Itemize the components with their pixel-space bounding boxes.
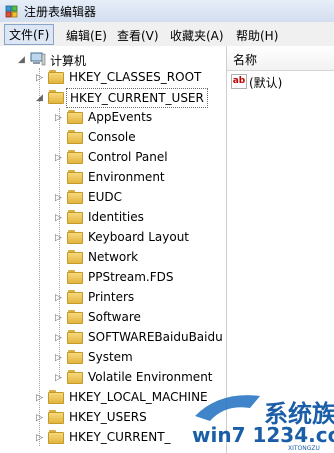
folder-icon [67, 310, 83, 324]
tree-node-software[interactable]: ▷ Software [0, 308, 226, 328]
folder-icon [67, 370, 83, 384]
expand-icon[interactable]: ▷ [55, 293, 65, 303]
window-title: 注册表编辑器 [24, 5, 97, 19]
folder-icon [48, 70, 64, 84]
tree-node-printers[interactable]: ▷ Printers [0, 288, 226, 308]
tree-label: HKEY_LOCAL_MACHINE [69, 390, 208, 404]
menu-bar: 文件(F) 编辑(E) 查看(V) 收藏夹(A) 帮助(H) [0, 22, 334, 47]
tree-node-keyboard-layout[interactable]: ▷ Keyboard Layout [0, 228, 226, 248]
tree-label: EUDC [88, 190, 122, 204]
tree-label: HKEY_CURRENT_ [69, 430, 171, 444]
folder-icon [67, 350, 83, 364]
tree-node-system[interactable]: ▷ System [0, 348, 226, 368]
folder-icon [67, 210, 83, 224]
tree-label: PPStream.FDS [88, 270, 174, 284]
column-header-label: 名称 [233, 53, 258, 67]
folder-icon [48, 430, 64, 444]
tree-node-hkey-classes-root[interactable]: ▷ HKEY_CLASSES_ROOT [0, 68, 226, 88]
folder-icon [67, 250, 83, 264]
tree-label: Volatile Environment [88, 370, 213, 384]
value-name: (默认) [249, 76, 283, 90]
menu-help[interactable]: 帮助(H) [233, 26, 281, 45]
expand-icon[interactable]: ▷ [55, 333, 65, 343]
expand-icon[interactable]: ▷ [55, 313, 65, 323]
string-value-icon: ab [231, 74, 247, 89]
folder-icon [67, 330, 83, 344]
tree-node-ppstream[interactable]: PPStream.FDS [0, 268, 226, 288]
tree-label: Environment [88, 170, 165, 184]
tree-node-eudc[interactable]: ▷ EUDC [0, 188, 226, 208]
tree-label: Software [88, 310, 141, 324]
tree-node-volatile-environment[interactable]: ▷ Volatile Environment [0, 368, 226, 388]
expand-icon[interactable]: ▷ [55, 193, 65, 203]
tree-label: Keyboard Layout [88, 230, 190, 244]
folder-icon [67, 170, 83, 184]
folder-open-icon [48, 90, 64, 104]
expand-icon[interactable]: ▷ [55, 373, 65, 383]
regedit-icon [5, 5, 18, 18]
menu-view[interactable]: 查看(V) [114, 26, 162, 45]
collapse-icon[interactable]: ◢ [36, 93, 46, 103]
tree-node-appevents[interactable]: ▷ AppEvents [0, 108, 226, 128]
tree-label: AppEvents [88, 110, 153, 124]
expand-icon[interactable]: ▷ [55, 153, 65, 163]
folder-icon [48, 390, 64, 404]
folder-icon [67, 150, 83, 164]
watermark-site: win7 1234.com [192, 423, 334, 447]
tree-label: Network [88, 250, 139, 264]
menu-favorites[interactable]: 收藏夹(A) [167, 26, 227, 45]
title-bar: 注册表编辑器 [0, 0, 334, 22]
expand-icon[interactable]: ▷ [36, 413, 46, 423]
menu-edit[interactable]: 编辑(E) [63, 26, 110, 45]
expand-icon[interactable]: ▷ [55, 353, 65, 363]
tree-node-identities[interactable]: ▷ Identities [0, 208, 226, 228]
tree-label: 计算机 [50, 54, 87, 68]
collapse-icon[interactable]: ◢ [18, 55, 28, 65]
expand-icon[interactable]: ▷ [36, 433, 46, 443]
tree-label: System [88, 350, 133, 364]
folder-icon [67, 130, 83, 144]
tree-node-hkey-current-user[interactable]: ◢ HKEY_CURRENT_USER [0, 88, 226, 108]
folder-icon [67, 190, 83, 204]
expand-icon[interactable]: ▷ [36, 73, 46, 83]
watermark-sub: XITONGZU [288, 445, 320, 452]
folder-icon [67, 270, 83, 284]
watermark-logo: 系统族 win7 1234.com XITONGZU [192, 395, 334, 452]
folder-icon [67, 230, 83, 244]
expand-icon[interactable]: ▷ [36, 393, 46, 403]
tree-label-selected: HKEY_CURRENT_USER [66, 88, 208, 108]
tree-node-software-baidu[interactable]: ▷ SOFTWAREBaiduBaidu [0, 328, 226, 348]
tree-node-control-panel[interactable]: ▷ Control Panel [0, 148, 226, 168]
tree-label: Control Panel [88, 150, 168, 164]
computer-icon [30, 52, 46, 66]
folder-icon [48, 410, 64, 424]
expand-icon[interactable]: ▷ [55, 113, 65, 123]
tree-label: SOFTWAREBaiduBaidu [88, 330, 223, 344]
folder-icon [67, 290, 83, 304]
tree-label: HKEY_CLASSES_ROOT [69, 70, 202, 84]
tree-node-console[interactable]: Console [0, 128, 226, 148]
expand-icon[interactable]: ▷ [55, 233, 65, 243]
tree-node-environment[interactable]: Environment [0, 168, 226, 188]
column-header-name[interactable]: 名称 [227, 46, 334, 71]
tree-label: Printers [88, 290, 135, 304]
tree-label: Identities [88, 210, 144, 224]
menu-file[interactable]: 文件(F) [4, 24, 55, 45]
tree-node-network[interactable]: Network [0, 248, 226, 268]
expand-icon[interactable]: ▷ [55, 213, 65, 223]
tree-node-computer[interactable]: ◢ 计算机 [0, 50, 226, 70]
tree-label: HKEY_USERS [69, 410, 147, 424]
folder-icon [67, 110, 83, 124]
tree-label: Console [88, 130, 136, 144]
